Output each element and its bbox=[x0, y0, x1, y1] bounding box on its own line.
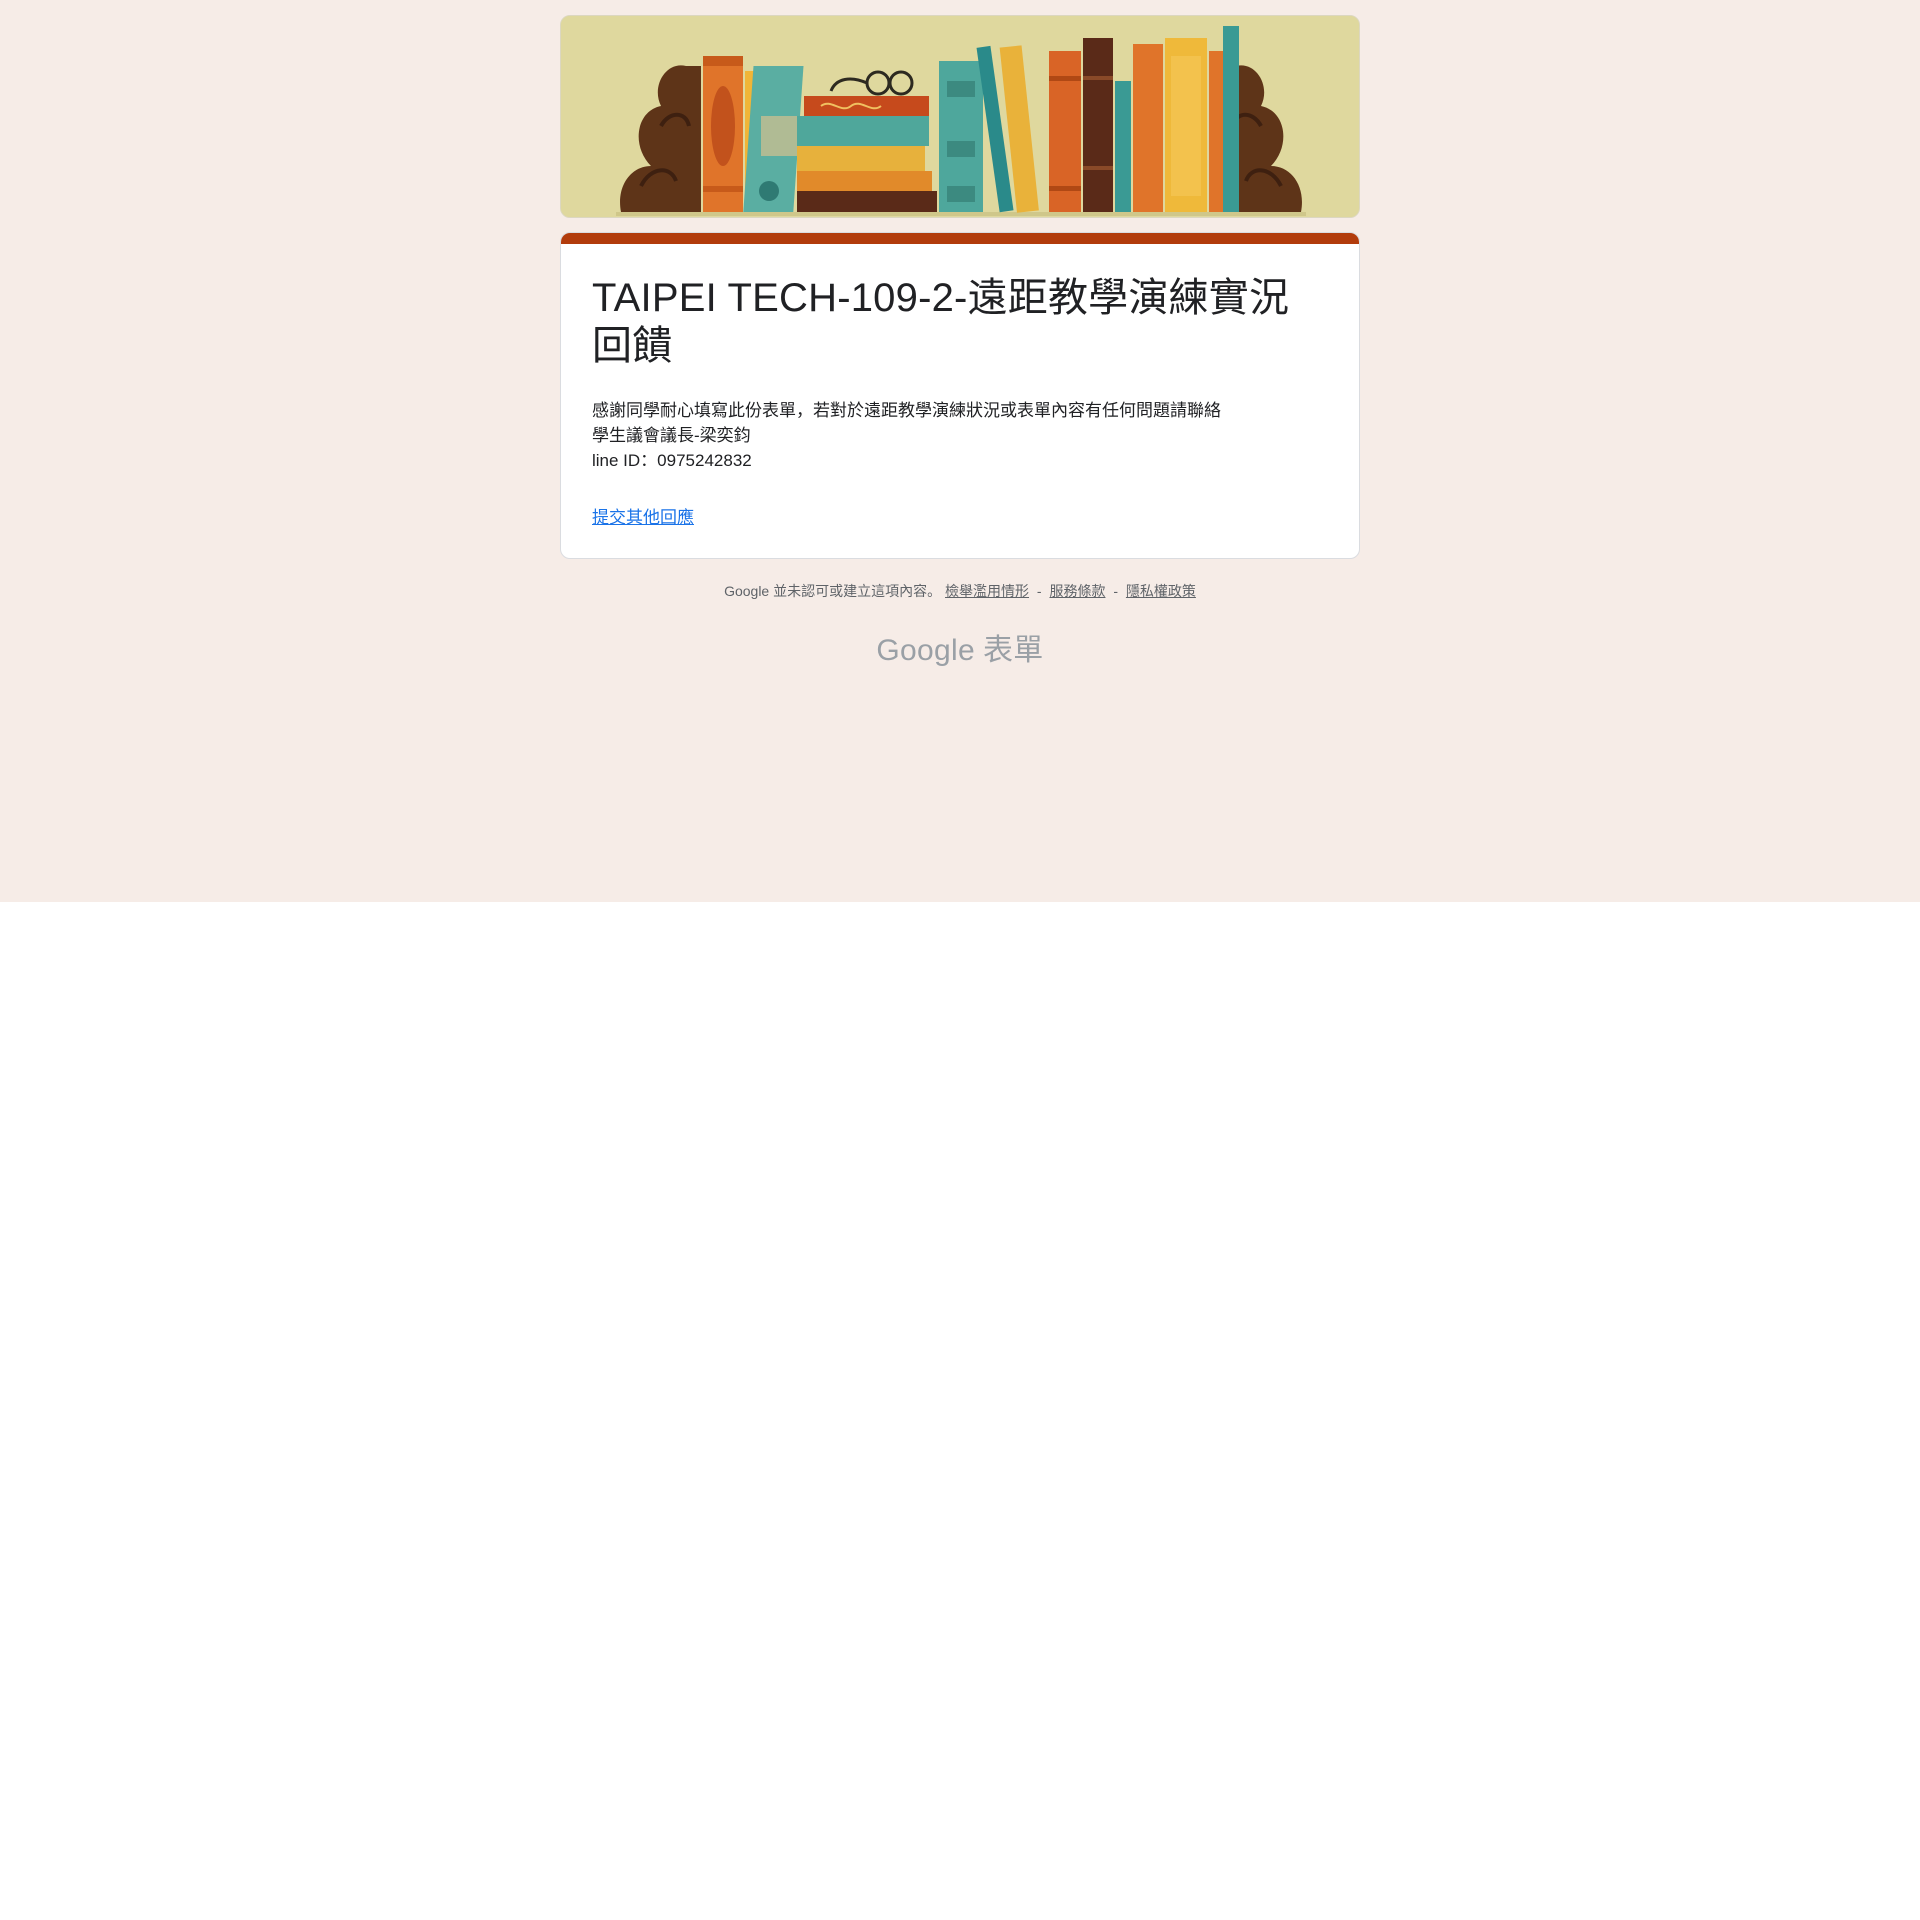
google-forms-logo[interactable]: Google 表單 bbox=[560, 625, 1360, 669]
terms-of-service-link[interactable]: 服務條款 bbox=[1049, 583, 1105, 599]
footer-disclaimer: Google 並未認可或建立這項內容。 bbox=[724, 583, 942, 599]
privacy-policy-link[interactable]: 隱私權政策 bbox=[1126, 583, 1196, 599]
card-accent-bar bbox=[561, 233, 1359, 244]
footer: Google 並未認可或建立這項內容。 檢舉濫用情形 - 服務條款 - 隱私權政… bbox=[560, 581, 1360, 601]
submit-another-response-link[interactable]: 提交其他回應 bbox=[592, 503, 694, 528]
footer-separator: - bbox=[1036, 583, 1042, 599]
footer-separator: - bbox=[1113, 583, 1119, 599]
report-abuse-link[interactable]: 檢舉濫用情形 bbox=[945, 583, 1029, 599]
description-line: 學生議會議長-梁奕鈞 bbox=[592, 426, 751, 445]
description-line: line ID：0975242832 bbox=[592, 451, 752, 470]
bookshelf-illustration-icon bbox=[561, 16, 1359, 217]
form-description: 感謝同學耐心填寫此份表單，若對於遠距教學演練狀況或表單內容有任何問題請聯絡 學生… bbox=[592, 398, 1328, 473]
brand-google: Google bbox=[876, 634, 975, 667]
form-header-card: TAIPEI TECH-109-2-遠距教學演練實況回饋 感謝同學耐心填寫此份表… bbox=[560, 232, 1360, 559]
description-line: 感謝同學耐心填寫此份表單，若對於遠距教學演練狀況或表單內容有任何問題請聯絡 bbox=[592, 401, 1221, 420]
form-title: TAIPEI TECH-109-2-遠距教學演練實況回饋 bbox=[592, 276, 1290, 368]
header-banner bbox=[560, 15, 1360, 218]
form-container: TAIPEI TECH-109-2-遠距教學演練實況回饋 感謝同學耐心填寫此份表… bbox=[560, 15, 1360, 669]
brand-forms: 表單 bbox=[982, 634, 1044, 667]
